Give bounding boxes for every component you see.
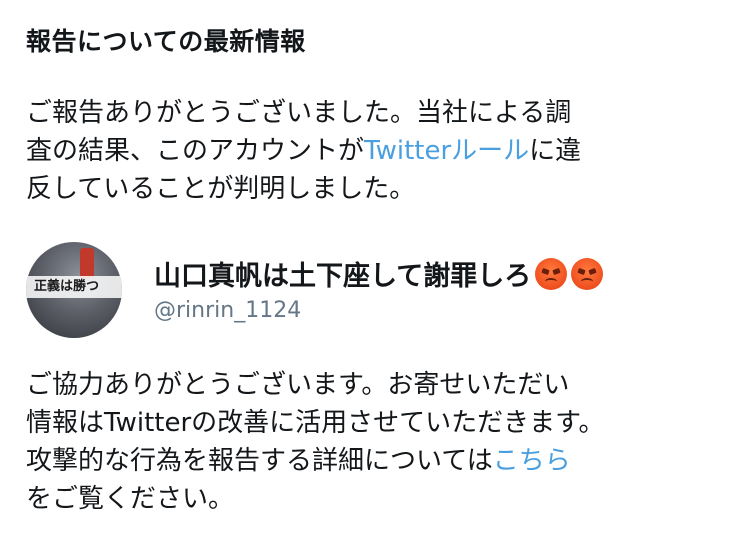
report-result-line-2-start: 査の結果、このアカウントが: [26, 136, 365, 166]
twitter-rules-link[interactable]: Twitterルール: [364, 136, 529, 166]
account-display-name[interactable]: 山口真帆は土下座して謝罪しろ: [154, 254, 604, 293]
thanks-line-2: 情報はTwitterの改善に活用させていただきます。: [26, 408, 605, 438]
report-result-line-3: 反していることが判明しました。: [26, 174, 416, 204]
reported-account-card[interactable]: 正義は勝つ 山口真帆は土下座して謝罪しろ @rinrin_1124: [26, 242, 726, 338]
avatar-figure: [80, 248, 94, 278]
pouting-face-icon: [571, 258, 604, 290]
avatar-caption: 正義は勝つ: [26, 276, 122, 298]
report-result-line-2: 査の結果、このアカウントがTwitterルールに違: [26, 132, 726, 170]
report-result-line-1: ご報告ありがとうございました。当社による調: [26, 98, 572, 128]
thanks-line-3-text: 攻撃的な行為を報告する詳細については: [26, 446, 493, 476]
thanks-line-4: をご覧ください。: [26, 484, 235, 514]
thanks-line-1: ご協力ありがとうございます。お寄せいただい: [26, 370, 570, 400]
display-name-text: 山口真帆は土下座して謝罪しろ: [154, 261, 532, 292]
report-result-message: ご報告ありがとうございました。当社による調 査の結果、このアカウントがTwitt…: [26, 94, 726, 208]
thanks-line-3: 攻撃的な行為を報告する詳細についてはこちら: [26, 442, 726, 480]
details-link[interactable]: こちら: [493, 446, 571, 476]
avatar[interactable]: 正義は勝つ: [26, 242, 122, 338]
page-title: 報告についての最新情報: [26, 27, 306, 56]
thanks-message: ご協力ありがとうございます。お寄せいただい 情報はTwitterの改善に活用させ…: [26, 366, 726, 518]
account-handle: @rinrin_1124: [154, 298, 302, 323]
report-result-line-2-end: に違: [529, 136, 582, 166]
pouting-face-icon: [535, 258, 568, 290]
